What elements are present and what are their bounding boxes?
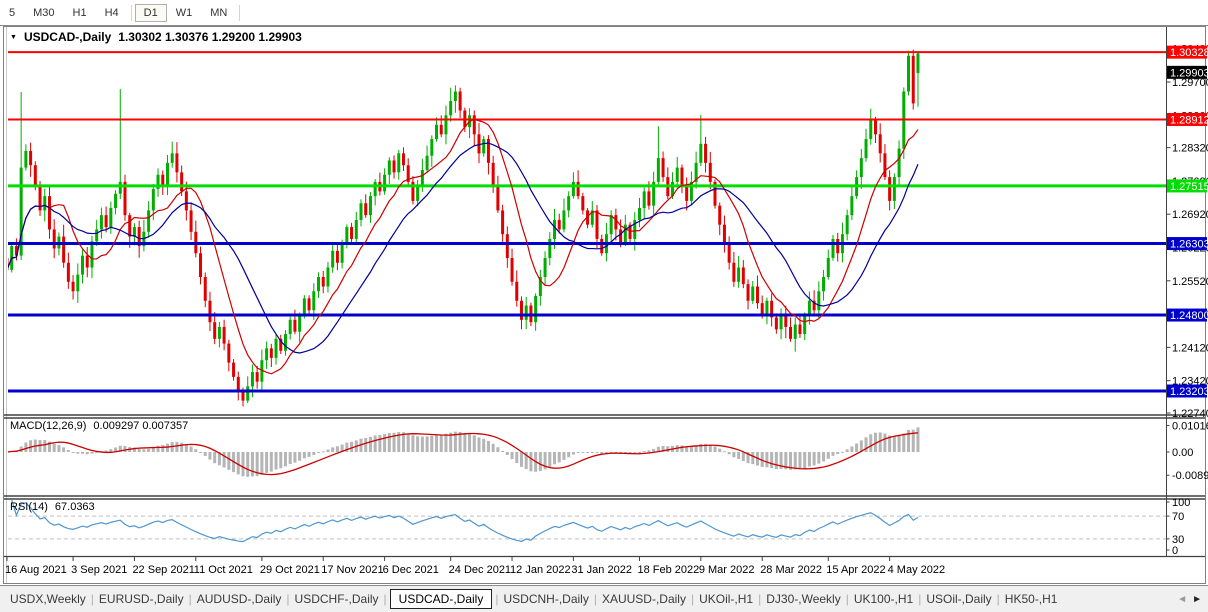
tab-usdx-weekly[interactable]: USDX,Weekly xyxy=(6,589,90,609)
price-tick-label: 1.22740 xyxy=(1172,408,1208,420)
timeframe-button-h4[interactable]: H4 xyxy=(96,4,128,22)
timeframe-button-mn[interactable]: MN xyxy=(201,4,236,22)
tab-separator: | xyxy=(383,592,388,606)
date-tick-label: 24 Dec 2021 xyxy=(449,564,511,576)
rsi-axis-label: 0 xyxy=(1172,545,1178,557)
date-tick-label: 29 Oct 2021 xyxy=(260,564,320,576)
rsi-axis-label: 100 xyxy=(1172,497,1190,509)
date-tick-label: 22 Sep 2021 xyxy=(132,564,194,576)
tab-uk100-h1[interactable]: UK100-,H1 xyxy=(850,589,917,609)
date-tick-label: 15 Apr 2022 xyxy=(826,564,885,576)
timeframe-button-5[interactable]: 5 xyxy=(0,4,24,22)
price-tick-label: 1.26920 xyxy=(1172,209,1208,221)
chart-canvas[interactable]: 1.304001.297001.290001.283201.276201.269… xyxy=(0,0,1208,612)
date-tick-label: 9 Mar 2022 xyxy=(699,564,755,576)
svg-text:1.24800: 1.24800 xyxy=(1170,310,1208,322)
rsi-label-name: RSI(14) xyxy=(10,501,48,513)
macd-label: MACD(12,26,9) 0.009297 0.007357 xyxy=(10,420,188,432)
date-tick-label: 17 Nov 2021 xyxy=(321,564,383,576)
rsi-label: RSI(14) 67.0363 xyxy=(10,501,95,513)
svg-text:1.28912: 1.28912 xyxy=(1170,114,1208,126)
toolbar-separator xyxy=(131,5,132,21)
svg-text:1.26303: 1.26303 xyxy=(1170,239,1208,251)
tab-eurusd-daily[interactable]: EURUSD-,Daily xyxy=(95,589,188,609)
date-tick-label: 4 May 2022 xyxy=(888,564,945,576)
rsi-line xyxy=(12,500,918,542)
chart-title-symbol: USDCAD-,Daily xyxy=(24,30,111,44)
symbol-dropdown-icon[interactable]: ▼ xyxy=(10,34,17,41)
date-tick-label: 28 Mar 2022 xyxy=(760,564,822,576)
svg-text:1.29903: 1.29903 xyxy=(1170,67,1208,79)
macd-axis-label: 0.010166 xyxy=(1172,421,1208,433)
tab-hk50-h1[interactable]: HK50-,H1 xyxy=(1001,589,1062,609)
date-tick-label: 11 Oct 2021 xyxy=(194,564,253,576)
date-tick-label: 12 Jan 2022 xyxy=(510,564,571,576)
price-tick-label: 1.28320 xyxy=(1172,143,1208,155)
macd-axis-label: -0.00894 xyxy=(1172,470,1208,482)
tab-xauusd-daily[interactable]: XAUUSD-,Daily xyxy=(598,589,690,609)
date-tick-label: 6 Dec 2021 xyxy=(383,564,439,576)
svg-text:1.30328: 1.30328 xyxy=(1170,47,1208,59)
macd-axis-label: 0.00 xyxy=(1172,447,1193,459)
timeframe-button-w1[interactable]: W1 xyxy=(167,4,202,22)
macd-histogram xyxy=(6,427,920,476)
candlesticks xyxy=(6,50,920,407)
tab-scroll-arrows: ◄ ► xyxy=(1171,586,1208,612)
timeframe-toolbar: 5M30H1H4 D1W1MN xyxy=(0,0,1208,25)
svg-text:1.27515: 1.27515 xyxy=(1170,181,1208,193)
chart-title: ▼ USDCAD-,Daily 1.30302 1.30376 1.29200 … xyxy=(10,30,302,44)
macd-label-name: MACD(12,26,9) xyxy=(10,420,86,432)
price-tick-label: 1.25520 xyxy=(1172,276,1208,288)
timeframe-button-m30[interactable]: M30 xyxy=(24,4,63,22)
tab-scroll-left-icon[interactable]: ◄ xyxy=(1177,594,1187,605)
tab-ukoil-h1[interactable]: UKOil-,H1 xyxy=(695,589,757,609)
timeframe-button-d1[interactable]: D1 xyxy=(135,4,167,22)
symbol-tab-bar: USDX,Weekly|EURUSD-,Daily|AUDUSD-,Daily|… xyxy=(0,585,1208,612)
chart-title-ohlc: 1.30302 1.30376 1.29200 1.29903 xyxy=(118,30,302,44)
date-tick-label: 16 Aug 2021 xyxy=(5,564,67,576)
svg-text:1.23203: 1.23203 xyxy=(1170,386,1208,398)
tab-audusd-daily[interactable]: AUDUSD-,Daily xyxy=(193,589,286,609)
tab-usdchf-daily[interactable]: USDCHF-,Daily xyxy=(291,589,383,609)
chart-window-border xyxy=(4,27,1206,584)
tab-scroll-right-icon[interactable]: ► xyxy=(1192,594,1202,605)
date-tick-label: 31 Jan 2022 xyxy=(571,564,632,576)
macd-label-values: 0.009297 0.007357 xyxy=(93,420,188,432)
tab-usdcad-daily[interactable]: USDCAD-,Daily xyxy=(390,589,493,609)
tab-usdcnh-daily[interactable]: USDCNH-,Daily xyxy=(499,589,592,609)
rsi-axis-label: 70 xyxy=(1172,511,1184,523)
tab-dj30-weekly[interactable]: DJ30-,Weekly xyxy=(762,589,844,609)
price-tick-label: 1.24120 xyxy=(1172,342,1208,354)
toolbar-separator xyxy=(239,5,240,21)
date-tick-label: 3 Sep 2021 xyxy=(71,564,127,576)
rsi-label-value: 67.0363 xyxy=(55,501,95,513)
tab-usoil-daily[interactable]: USOil-,Daily xyxy=(922,589,995,609)
date-tick-label: 18 Feb 2022 xyxy=(637,564,699,576)
timeframe-button-h1[interactable]: H1 xyxy=(64,4,96,22)
